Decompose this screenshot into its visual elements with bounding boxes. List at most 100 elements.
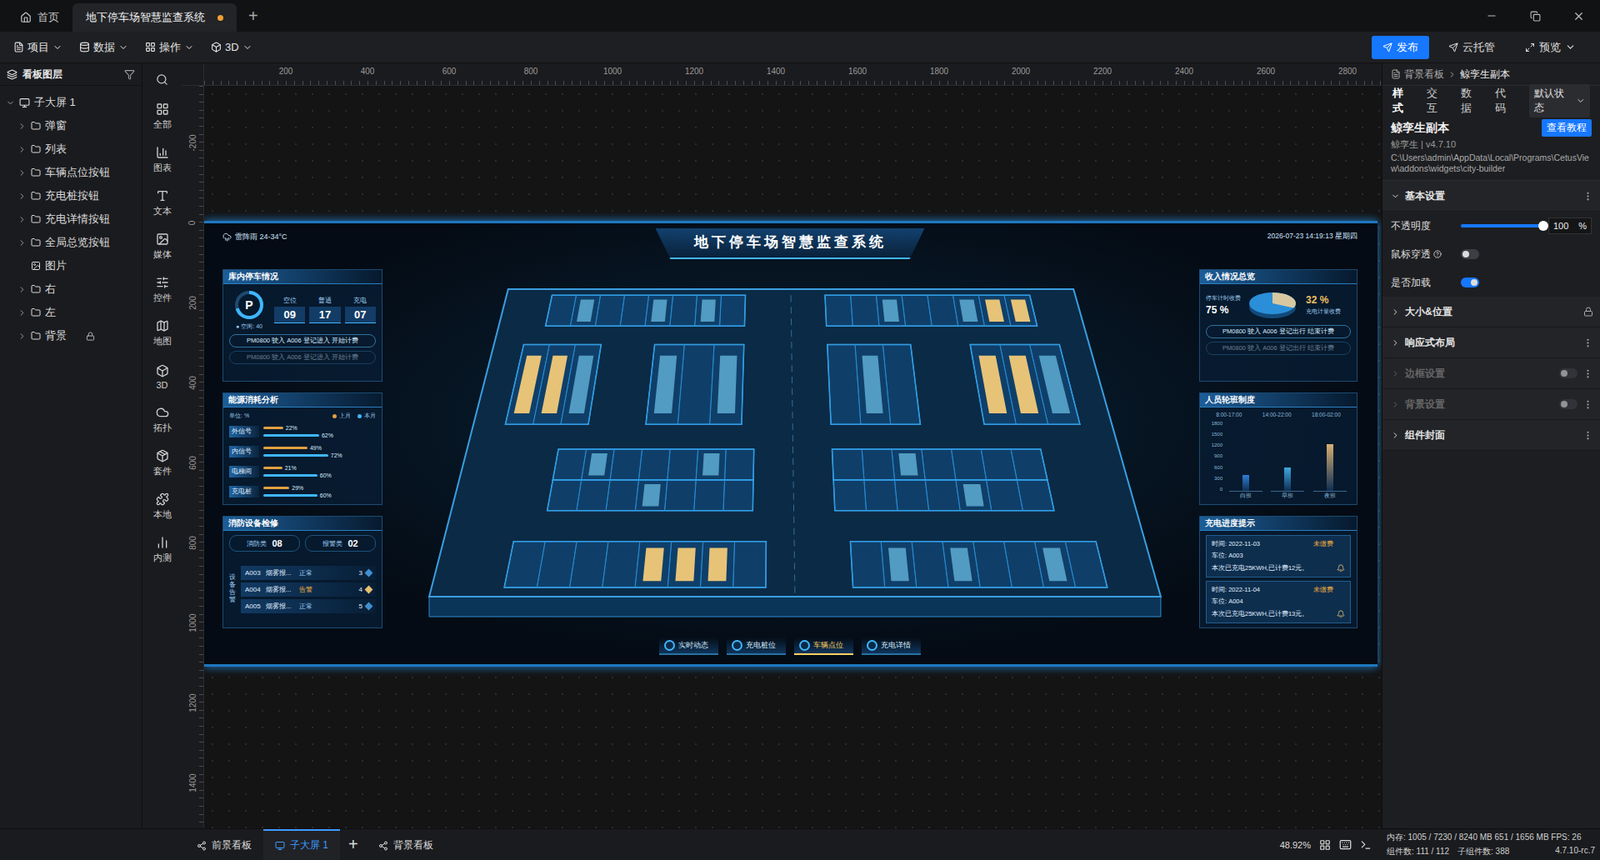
widget-category[interactable]: 文本 [153, 181, 172, 225]
cloud-button[interactable]: 云托管 [1437, 35, 1506, 60]
section-header[interactable]: 基本设置 [1382, 180, 1600, 212]
section-header[interactable]: 背景设置 [1382, 389, 1600, 420]
filter-icon[interactable] [124, 69, 135, 80]
layer-panel: 看板图层子大屏 1弹窗列表车辆点位按钮充电桩按钮充电详情按钮全局总览按钮图片右左… [0, 63, 143, 829]
layer-item[interactable]: 列表 [0, 137, 142, 161]
widget-category[interactable]: 控件 [153, 268, 172, 312]
layer-item[interactable]: 全局总览按钮 [0, 230, 142, 255]
dashboard[interactable]: 雷阵雨 24-34°C地下停车场智慧监查系统2026-07-23 14:19:1… [204, 220, 1378, 667]
group-icon [30, 330, 41, 341]
widget-category[interactable]: 拓扑 [153, 398, 172, 442]
nav-button[interactable]: 充电详情 [861, 637, 921, 655]
board-tab[interactable]: 前景看板 [185, 829, 264, 860]
inspector-tab[interactable]: 样式 [1392, 85, 1414, 116]
more-icon[interactable] [1582, 368, 1594, 380]
widget-category[interactable]: 媒体 [153, 225, 172, 269]
group-icon [30, 307, 41, 318]
layer-item[interactable]: 充电详情按钮 [0, 207, 142, 231]
menu-button[interactable]: 数据 [72, 36, 135, 59]
nav-button[interactable]: 车辆点位 [794, 637, 854, 655]
more-icon[interactable] [1582, 399, 1594, 410]
status-marker [365, 585, 374, 594]
inspector-tab[interactable]: 交互 [1426, 85, 1448, 116]
zoom-level[interactable]: 48.92% [1280, 840, 1311, 850]
publish-button[interactable]: 发布 [1371, 35, 1430, 60]
toggle-switch[interactable] [1559, 368, 1578, 379]
minimize-button[interactable] [1470, 0, 1514, 32]
fire-count: 报警类02 [305, 535, 376, 552]
opacity-slider[interactable] [1460, 224, 1544, 228]
opacity-input[interactable]: 100% [1548, 217, 1592, 235]
keyboard-icon[interactable] [1339, 838, 1352, 851]
fit-icon[interactable] [1319, 839, 1331, 851]
widget-category[interactable]: 内测 [153, 528, 172, 572]
nav-button[interactable]: 充电桩位 [726, 637, 786, 655]
restore-button[interactable] [1513, 0, 1557, 32]
toggle-switch[interactable] [1460, 249, 1480, 260]
menu-button[interactable]: 项目 [6, 36, 70, 59]
layer-item[interactable]: 车辆点位按钮 [0, 160, 142, 185]
status-marker [365, 601, 374, 610]
board-tab[interactable]: 子大屏 1 [263, 829, 340, 860]
layer-item[interactable]: 弹窗 [0, 114, 142, 138]
layer-item[interactable]: 背景 [0, 324, 142, 348]
tutorial-button[interactable]: 查看教程 [1541, 119, 1592, 137]
more-icon[interactable] [1582, 337, 1594, 349]
layer-item[interactable]: 左 [0, 300, 142, 325]
preview-button[interactable]: 预览 [1514, 35, 1587, 60]
ruler-label: 2400 [1143, 63, 1225, 85]
document-tab[interactable]: 首页 [6, 3, 73, 32]
parking-3d-map[interactable] [382, 274, 1200, 624]
document-tab[interactable]: 地下停车场智慧监查系统 [72, 3, 237, 32]
new-tab-button[interactable]: + [236, 0, 270, 32]
state-select[interactable]: 默认状态 [1529, 84, 1590, 118]
layer-item[interactable]: 右 [0, 277, 142, 301]
layer-item[interactable]: 图片 [0, 254, 142, 278]
modified-dot [217, 15, 224, 21]
alarm-side-label: 设备告警 [229, 574, 236, 604]
breadcrumb: 背景看板鲸孪生副本 [1382, 63, 1600, 86]
section-header[interactable]: 大小&位置 [1382, 296, 1600, 328]
widget-category[interactable]: 套件 [153, 441, 172, 485]
dashboard-nav: 实时动态充电桩位车辆点位充电详情 [222, 628, 1358, 665]
status-area: 内存: 1005 / 7230 / 8240 MB 651 / 1656 MB … [1381, 829, 1600, 860]
section-header[interactable]: 边框设置 [1382, 358, 1600, 390]
widget-category[interactable]: 地图 [153, 311, 172, 355]
more-icon[interactable] [1582, 190, 1594, 202]
layer-panel-header: 看板图层 [0, 63, 142, 86]
widget-category[interactable]: 图表 [153, 138, 172, 182]
lock-icon[interactable] [1583, 306, 1594, 317]
add-screen-button[interactable]: + [340, 829, 367, 860]
inspector-tab[interactable]: 数据 [1460, 85, 1482, 116]
help-icon[interactable] [1433, 250, 1442, 259]
menu-button[interactable]: 3D [204, 37, 260, 57]
widget-category[interactable]: 3D [155, 355, 170, 399]
toggle-switch[interactable] [1559, 399, 1578, 410]
ruler-label: 1200 [653, 63, 735, 85]
ruler-label: 1400 [735, 63, 817, 85]
layer-root[interactable]: 子大屏 1 [0, 90, 142, 115]
charging-card[interactable]: 时间: 2022-11-03未缴费车位: A003本次已充电25KWH,已计费1… [1205, 535, 1351, 578]
section-header[interactable]: 响应式布局 [1382, 327, 1600, 359]
energy-bar [263, 446, 308, 450]
stage: 2004006008001000120014001600180020002200… [181, 63, 1382, 829]
toggle-switch[interactable] [1460, 277, 1480, 288]
search-icon[interactable] [155, 63, 169, 95]
terminal-icon[interactable] [1360, 839, 1372, 851]
layer-item[interactable]: 充电桩按钮 [0, 184, 142, 208]
fire-row: A003烟雾报...正常3 [240, 565, 376, 580]
nav-button[interactable]: 实时动态 [659, 637, 719, 655]
section-header[interactable]: 组件封面 [1382, 420, 1600, 451]
board-tab[interactable]: 背景看板 [366, 829, 445, 860]
menu-button[interactable]: 操作 [138, 36, 201, 59]
more-icon[interactable] [1582, 430, 1594, 441]
ruler-label: 600 [408, 63, 490, 85]
lock-icon[interactable] [85, 331, 95, 341]
close-button[interactable] [1556, 0, 1600, 32]
charging-card[interactable]: 时间: 2022-11-04未缴费车位: A004本次已充电25KWH,已计费1… [1205, 580, 1351, 624]
widget-category[interactable]: 本地 [153, 485, 172, 529]
inspector-tab[interactable]: 代码 [1495, 85, 1516, 116]
widget-category[interactable]: 全部 [153, 95, 172, 139]
ruler-label: 600 [188, 455, 198, 470]
canvas[interactable]: 雷阵雨 24-34°C地下停车场智慧监查系统2026-07-23 14:19:1… [204, 85, 1382, 829]
